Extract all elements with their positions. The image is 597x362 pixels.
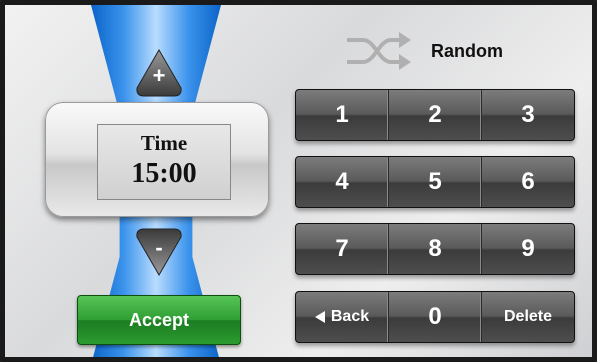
time-label: Time [140, 131, 188, 155]
back-button[interactable]: Back [296, 292, 389, 342]
screen-frame: + Time 15:00 - Accept Random 1 2 3 4 5 6… [0, 0, 597, 362]
decrement-button[interactable]: - [134, 227, 184, 277]
back-label: Back [330, 308, 370, 325]
key-1[interactable]: 1 [296, 90, 389, 140]
random-button[interactable]: Random [345, 28, 503, 74]
key-9[interactable]: 9 [482, 224, 574, 274]
shuffle-icon [347, 32, 411, 70]
keypad-row-4: Back 0 Delete [295, 291, 575, 343]
key-4[interactable]: 4 [296, 157, 389, 207]
increment-button[interactable]: + [134, 48, 184, 98]
key-7[interactable]: 7 [296, 224, 389, 274]
minus-icon: - [155, 235, 163, 260]
key-6[interactable]: 6 [482, 157, 574, 207]
key-2[interactable]: 2 [389, 90, 482, 140]
plus-icon: + [152, 63, 166, 88]
accept-button[interactable]: Accept [77, 295, 241, 345]
key-0[interactable]: 0 [389, 292, 482, 342]
key-8[interactable]: 8 [389, 224, 482, 274]
keypad-row-2: 4 5 6 [295, 156, 575, 208]
keypad-row-1: 1 2 3 [295, 89, 575, 141]
key-5[interactable]: 5 [389, 157, 482, 207]
back-arrow-icon [314, 311, 325, 323]
keypad-row-3: 7 8 9 [295, 223, 575, 275]
key-3[interactable]: 3 [482, 90, 574, 140]
time-display: Time 15:00 [97, 124, 231, 200]
random-label: Random [431, 40, 503, 61]
delete-button[interactable]: Delete [482, 292, 574, 342]
time-value: 15:00 [131, 158, 197, 189]
time-panel: Time 15:00 [45, 102, 269, 217]
